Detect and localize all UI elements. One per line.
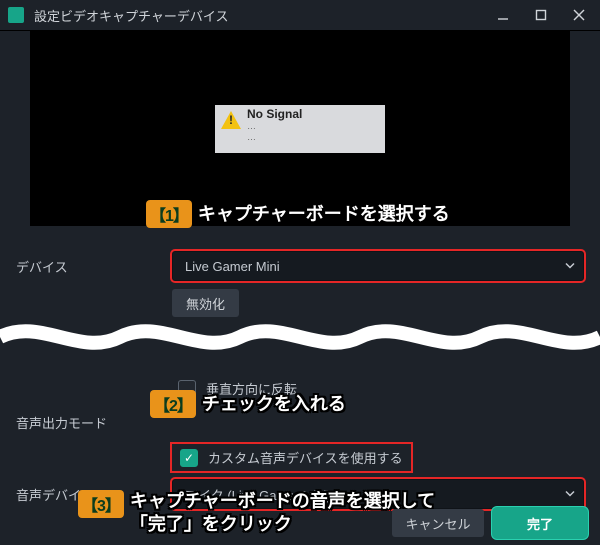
titlebar: 設定ビデオキャプチャーデバイス xyxy=(0,0,600,31)
footer-buttons: キャンセル 完了 xyxy=(392,509,586,537)
audio-device-select-value: マイク (Live Gamer Mini) xyxy=(185,485,331,504)
disable-button-label: 無効化 xyxy=(186,294,225,313)
audio-device-select[interactable]: マイク (Live Gamer Mini) xyxy=(172,479,584,509)
window-title: 設定ビデオキャプチャーデバイス xyxy=(34,6,486,25)
audio-output-mode-label: 音声出力モード xyxy=(16,413,166,432)
device-label: デバイス xyxy=(16,257,166,276)
no-signal-box: No Signal … … xyxy=(215,105,385,153)
chevron-down-icon xyxy=(565,259,575,274)
custom-audio-label: カスタム音声デバイスを使用する xyxy=(208,448,403,467)
custom-audio-checkbox[interactable]: ✓ xyxy=(180,449,198,467)
wave-divider xyxy=(0,315,600,355)
device-select-value: Live Gamer Mini xyxy=(185,259,280,274)
audio-device-label: 音声デバイス xyxy=(16,485,166,504)
minimize-button[interactable] xyxy=(486,2,520,28)
no-signal-text: No Signal … … xyxy=(247,107,302,143)
done-button[interactable]: 完了 xyxy=(494,509,586,537)
close-button[interactable] xyxy=(562,2,596,28)
warning-icon xyxy=(221,111,241,131)
maximize-button[interactable] xyxy=(524,2,558,28)
no-signal-line: … xyxy=(247,132,302,143)
flip-vertical-checkbox[interactable] xyxy=(178,380,196,398)
device-select[interactable]: Live Gamer Mini xyxy=(172,251,584,281)
cancel-button-label: キャンセル xyxy=(405,514,470,533)
cancel-button[interactable]: キャンセル xyxy=(392,509,484,537)
chevron-down-icon xyxy=(565,487,575,502)
video-preview: No Signal … … xyxy=(30,31,570,226)
window-controls xyxy=(486,2,596,28)
disable-button[interactable]: 無効化 xyxy=(172,289,239,317)
app-icon xyxy=(8,7,24,23)
flip-vertical-label: 垂直方向に反転 xyxy=(206,379,297,398)
no-signal-title: No Signal xyxy=(247,107,302,121)
no-signal-line: … xyxy=(247,121,302,132)
done-button-label: 完了 xyxy=(527,514,553,533)
